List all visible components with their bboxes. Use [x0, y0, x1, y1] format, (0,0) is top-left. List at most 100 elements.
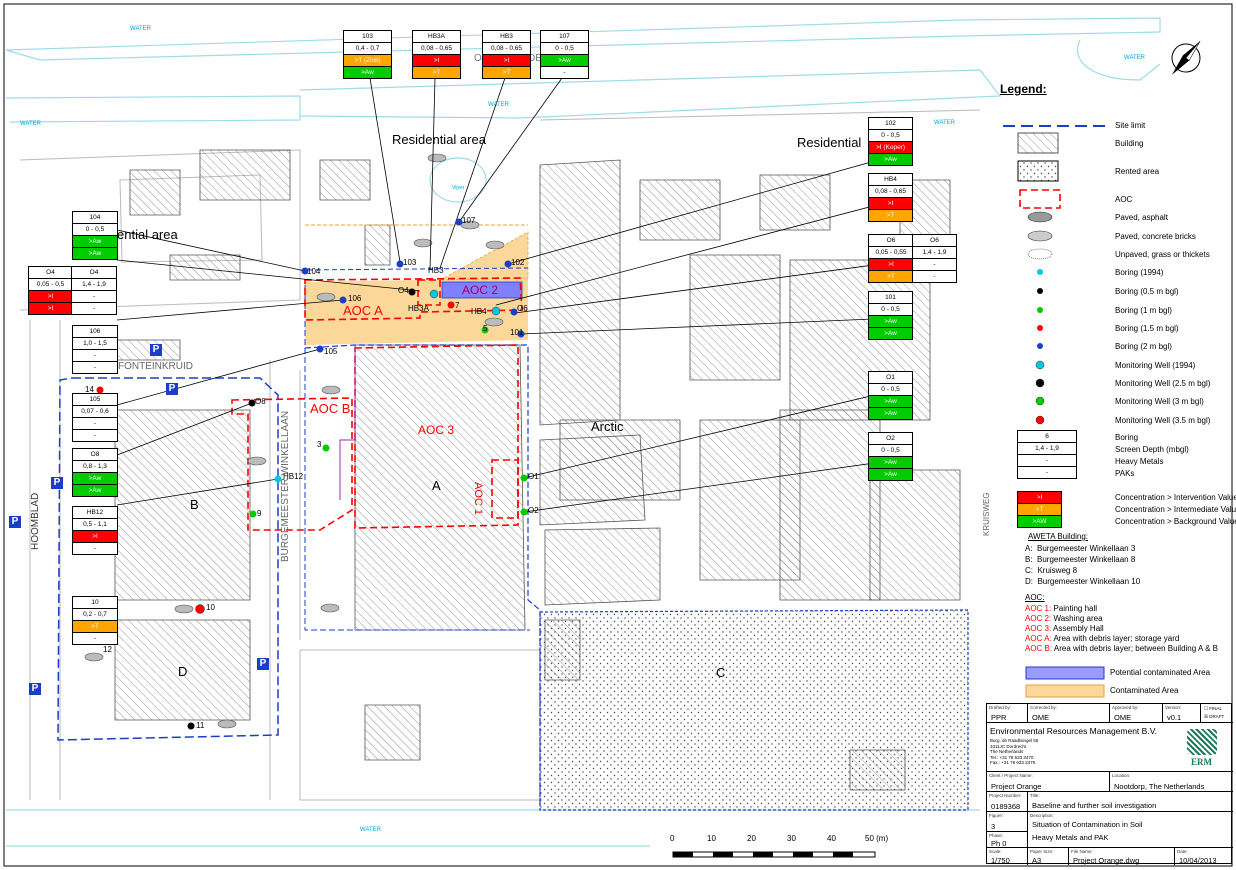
rented-area-c [539, 609, 969, 811]
parking-icon: P [150, 344, 162, 356]
point-label: 11 [196, 721, 205, 730]
pond-label: Vijver [452, 185, 465, 191]
point-label: 105 [324, 347, 338, 356]
residential-area-label-right: Residential [797, 135, 862, 150]
legend-item: Boring (1 m bgl) [1115, 306, 1172, 315]
parking-icon: P [166, 383, 178, 395]
aoc-1-label: AOC 1 [472, 482, 484, 516]
point-label: 102 [511, 258, 525, 267]
scale-tick: 50 (m) [865, 834, 889, 843]
street-fonteinkruid: FONTEINKRUID [118, 361, 193, 372]
sample-table-hb12: HB12 0,5 - 1,1 >I - [72, 506, 118, 555]
legend-item: Paved, concrete bricks [1115, 232, 1196, 241]
point-label: HB3 [428, 266, 444, 275]
sample-table-o1: O1 0 - 0,5 >Aw >Aw [868, 371, 913, 420]
legend-item: Building [1115, 139, 1144, 148]
legend-item: Boring (2 m bgl) [1115, 342, 1172, 351]
title-block: Drafted by: PPR Corrected by: OME Approved… [986, 703, 1233, 865]
water-label: WATER [488, 102, 509, 108]
arctic-label: Arctic [591, 419, 624, 434]
point-label: O4 [398, 286, 409, 295]
scalebar [672, 851, 876, 858]
parking-icon: P [9, 516, 21, 528]
legend-item: Boring (0.5 m bgl) [1115, 287, 1179, 296]
sample-table-o6-deep: O6 1,4 - 1,9 -- [912, 234, 957, 283]
sample-table-o2: O2 0 - 0,5 >Aw >Aw [868, 432, 913, 481]
legend-item: Site limit [1115, 121, 1146, 130]
legend-item: Unpaved, grass or thickets [1115, 250, 1210, 259]
building-c-label: C [716, 665, 726, 680]
building-d-label: D [178, 664, 188, 679]
legend-key-label: Screen Depth (mbgl) [1115, 445, 1189, 454]
aoc-2-label: AOC 2 [462, 283, 499, 297]
legend-key-label: PAKs [1115, 469, 1135, 478]
legend-conc-label: Concentration > Intervention Value [1115, 493, 1236, 502]
legend-item: Paved, asphalt [1115, 213, 1168, 222]
point-label: 107 [462, 216, 476, 225]
point-label: 10 [206, 603, 215, 612]
point-label: HB3A [408, 304, 429, 313]
sample-table-o6-shallow: O6 0,05 - 0,55 >I >T [868, 234, 914, 283]
legend: Legend: Site limit Building Rented area … [995, 78, 1236, 698]
aweta-list: A: Burgemeester Winkellaan 3 B: Burgemee… [1025, 544, 1141, 586]
parking-icon: P [51, 477, 63, 489]
draft-checkbox: ☒ DRAFT [1204, 714, 1225, 719]
point-label: O6 [517, 304, 528, 313]
water-label: WATER [934, 120, 955, 126]
residential-area-label-left: ential area [117, 227, 178, 242]
aoc-b-label: AOC B [310, 401, 351, 416]
erm-logo-icon [1187, 729, 1217, 755]
legend-item: Rented area [1115, 167, 1160, 176]
sample-table-hb3a: HB3A 0,08 - 0,65 >I >T [412, 30, 461, 79]
scale-tick: 20 [747, 834, 756, 843]
legend-item: AOC [1115, 195, 1133, 204]
sample-table-10: 10 0,2 - 0,7 >T - [72, 596, 118, 645]
legend-conc-label: Concentration > Intermediate Value [1115, 505, 1236, 514]
sample-table-102: 102 0 - 0,5 >I (Koper) >Aw [868, 117, 913, 166]
point-label: 103 [403, 258, 417, 267]
scale-tick: 0 [670, 834, 675, 843]
legend-concentration-table: >I >T >AW [1017, 491, 1062, 528]
water-label: WATER [1124, 55, 1145, 61]
sample-table-o4-shallow: O4 0,05 - 0,5 >I >I [28, 266, 73, 315]
water-label: WATER [20, 121, 41, 127]
building-b-label: B [190, 497, 199, 512]
point-label: HB12 [283, 472, 304, 481]
legend-item: Monitoring Well (1994) [1115, 361, 1196, 370]
sample-table-o8: O8 0,8 - 1,3 >Aw >Aw [72, 448, 118, 497]
aoc-3-label: AOC 3 [418, 423, 455, 437]
erm-logo-text: ERM [1191, 757, 1212, 767]
legend-item: Boring (1.5 m bgl) [1115, 324, 1179, 333]
point-label: 12 [103, 645, 112, 654]
point-label: 101 [510, 328, 524, 337]
legend-item: Monitoring Well (3.5 m bgl) [1115, 416, 1211, 425]
aweta-title: AWETA Building: [1028, 532, 1089, 541]
legend-potential: Potential contaminated Area [1110, 668, 1211, 677]
legend-contaminated: Contaminated Area [1110, 686, 1179, 695]
sample-table-o4-deep: O4 1,4 - 1,9 -- [71, 266, 117, 315]
point-label: 3 [317, 440, 322, 449]
legend-key-table: 6 1,4 - 1,9 -- [1017, 430, 1077, 479]
point-label: 106 [348, 294, 362, 303]
water-label: WATER [130, 26, 151, 32]
street-burgemeester: BURGEMEESTER WINKELLAAN [280, 410, 291, 562]
street-hoomblad: HOOMBLAD [30, 492, 41, 550]
residential-area-label: Residential area [392, 132, 486, 147]
aoc-title: AOC: [1025, 593, 1045, 602]
water-label: WATER [360, 827, 381, 833]
legend-item: Monitoring Well (3 m bgl) [1115, 397, 1204, 406]
sample-table-105: 105 0,07 - 0,6 -- [72, 393, 118, 442]
company-address: Burg. de Raadtsingel 55 3311JC Dordrecht T… [990, 738, 1039, 765]
sample-table-106: 106 1,0 - 1,5 -- [72, 325, 118, 374]
company-name: Environmental Resources Management B.V. [990, 726, 1157, 736]
legend-conc-label: Concentration > Background Value [1115, 517, 1236, 526]
scale-tick: 10 [707, 834, 716, 843]
legend-title: Legend: [1000, 82, 1047, 96]
aoc-list: AOC 1: Painting hall AOC 2: Washing area… [1025, 604, 1218, 653]
building-a-label: A [432, 478, 441, 493]
point-label: O2 [528, 506, 539, 515]
sample-table-hb4: HB4 0,08 - 0,65 >I >T [868, 173, 913, 222]
final-checkbox: ☐ FINAL [1204, 706, 1223, 711]
scale-tick: 30 [787, 834, 796, 843]
legend-key-label: Heavy Metals [1115, 457, 1164, 466]
